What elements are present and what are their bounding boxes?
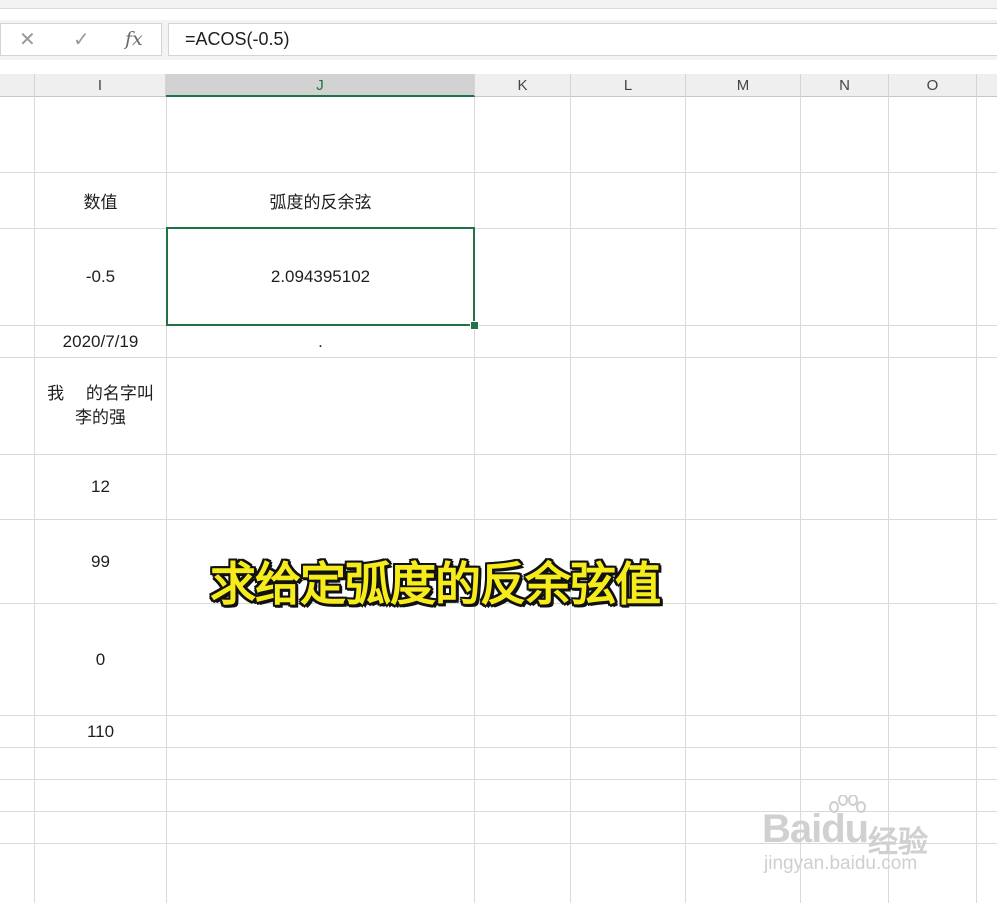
cell-j-header[interactable]: 弧度的反余弦 xyxy=(167,173,474,228)
cell-i-12[interactable]: 12 xyxy=(35,455,166,519)
active-cell-border xyxy=(166,227,475,326)
cell-i-value[interactable]: -0.5 xyxy=(35,229,166,325)
cell-i-date[interactable]: 2020/7/19 xyxy=(35,326,166,357)
cell-i-text[interactable]: 我 的名字叫 李的强 xyxy=(35,358,166,454)
insert-function-icon[interactable]: fx xyxy=(125,28,143,50)
formula-input[interactable]: =ACOS(-0.5) xyxy=(168,23,997,56)
column-header-o[interactable]: O xyxy=(889,74,977,97)
cell-i-110[interactable]: 110 xyxy=(35,716,166,747)
fill-handle[interactable] xyxy=(470,321,479,330)
watermark-url: jingyan.baidu.com xyxy=(764,853,918,874)
check-icon[interactable]: ✓ xyxy=(73,29,90,51)
watermark-logo: Baidu xyxy=(762,807,869,851)
baidu-watermark: Baidu 经验 jingyan.baidu.com xyxy=(762,795,942,890)
column-header-i[interactable]: I xyxy=(35,74,166,97)
ribbon-edge xyxy=(0,0,997,9)
column-header-n[interactable]: N xyxy=(801,74,889,97)
cell-text-line-1: 我 的名字叫 xyxy=(47,384,154,403)
cell-text-line-2: 李的强 xyxy=(75,408,126,427)
column-header-h[interactable] xyxy=(0,74,35,97)
overlay-caption: 求给定弧度的反余弦值 xyxy=(210,557,661,611)
cell-j-dot[interactable]: . xyxy=(167,326,474,357)
column-header-j[interactable]: J xyxy=(166,74,475,97)
formula-buttons: ✕ ✓ fx xyxy=(0,23,162,56)
column-header-m[interactable]: M xyxy=(686,74,801,97)
cell-i-99[interactable]: 99 xyxy=(35,520,166,603)
cell-i-0[interactable]: 0 xyxy=(35,604,166,715)
cell-i-header[interactable]: 数值 xyxy=(35,173,166,228)
column-header-l[interactable]: L xyxy=(571,74,686,97)
column-header-p[interactable] xyxy=(977,74,997,97)
formula-bar: ✕ ✓ fx =ACOS(-0.5) xyxy=(0,20,997,60)
column-header-k[interactable]: K xyxy=(475,74,571,97)
cancel-icon[interactable]: ✕ xyxy=(19,29,36,51)
